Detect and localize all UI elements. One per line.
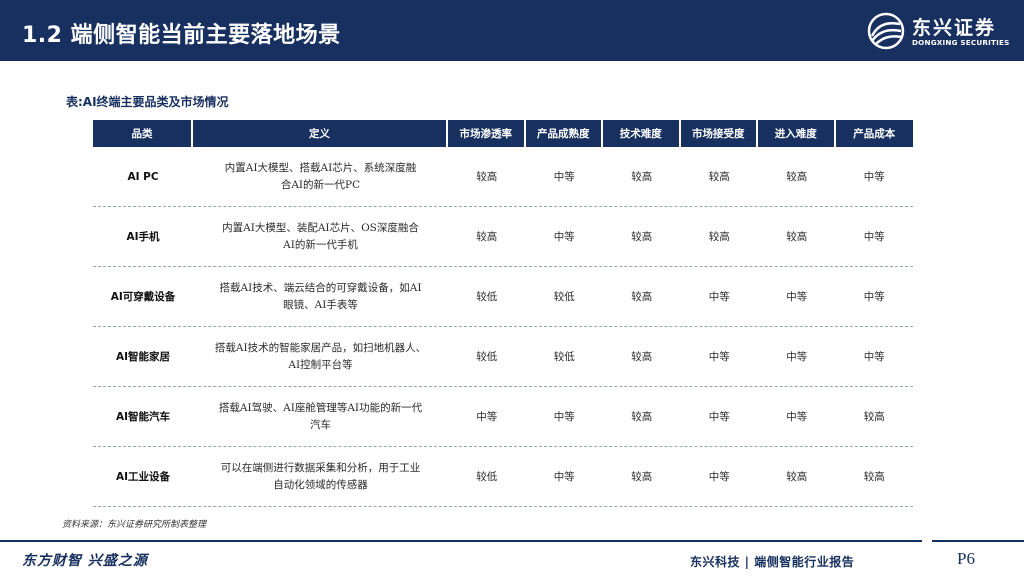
rating-cell: 较高: [631, 411, 653, 423]
header-cell: 产品成熟度: [525, 120, 603, 147]
page-number: P6: [957, 549, 975, 568]
rating-cell: 中等: [708, 411, 730, 423]
footer-divider: [0, 540, 922, 542]
rating-cell: 中等: [476, 411, 498, 423]
rating-cell: 中等: [863, 171, 885, 183]
rating-cell: 中等: [708, 291, 730, 303]
rating-cell: 中等: [553, 471, 575, 483]
rating-cell: 较高: [476, 171, 498, 183]
definition-line: AI的新一代手机: [283, 238, 358, 251]
header-cell: 进入难度: [758, 120, 836, 147]
definition-line: 搭载AI技术、端云结合的可穿戴设备，如AI: [219, 281, 422, 294]
definition-cell: 搭载AI驾驶、AI座舱管理等AI功能的新一代 汽车: [193, 387, 448, 446]
definition-line: 搭载AI技术的智能家居产品，如扫地机器人、: [214, 341, 427, 354]
page-title: 1.2 端侧智能当前主要落地场景: [22, 23, 341, 48]
definition-line: 合AI的新一代PC: [280, 178, 361, 191]
rating-cell: 较低: [476, 291, 498, 303]
table-header: 品类 定义 市场渗透率 产品成熟度 技术难度 市场接受度 进入难度 产品成本: [93, 120, 913, 147]
rating-cell: 中等: [553, 171, 575, 183]
definition-cell: 搭载AI技术的智能家居产品，如扫地机器人、 AI控制平台等: [193, 327, 448, 386]
table-row: AI工业设备 可以在端侧进行数据采集和分析，用于工业 自动化领域的传感器 较低 中等 较高…: [93, 447, 913, 507]
header-cell: 定义: [193, 120, 448, 147]
rating-cell: 中等: [863, 231, 885, 243]
definition-line: 可以在端侧进行数据采集和分析，用于工业: [220, 461, 421, 474]
rating-cell: 中等: [553, 411, 575, 423]
rating-cell: 较高: [708, 231, 730, 243]
source-note: 资料来源：东兴证券研究所制表整理: [62, 520, 207, 530]
rating-cell: 较高: [631, 351, 653, 363]
dongxing-logo-icon: [867, 12, 905, 50]
rating-cell: 中等: [786, 291, 808, 303]
table-row: AI智能家居 搭载AI技术的智能家居产品，如扫地机器人、 AI控制平台等 较低 较低 较高…: [93, 327, 913, 387]
footer-slogan: 东方财智 兴盛之源: [22, 553, 148, 569]
rating-cell: 中等: [863, 351, 885, 363]
category-cell: AI智能汽车: [115, 411, 171, 423]
header-cell: 市场渗透率: [448, 120, 526, 147]
rating-cell: 中等: [786, 351, 808, 363]
rating-cell: 中等: [708, 351, 730, 363]
table-row: AI可穿戴设备 搭载AI技术、端云结合的可穿戴设备，如AI 眼镜、AI手表等 较低 较低…: [93, 267, 913, 327]
rating-cell: 较高: [786, 171, 808, 183]
definition-cell: 内置AI大模型、装配AI芯片、OS深度融合 AI的新一代手机: [193, 207, 448, 266]
category-cell: AI PC: [127, 170, 159, 183]
rating-cell: 较高: [631, 291, 653, 303]
rating-cell: 中等: [786, 411, 808, 423]
category-cell: AI手机: [126, 231, 160, 243]
rating-cell: 中等: [708, 471, 730, 483]
rating-cell: 较高: [863, 411, 885, 423]
footer-divider: [932, 540, 1024, 542]
rating-cell: 较高: [708, 171, 730, 183]
definition-line: 内置AI大模型、搭载AI芯片、系统深度融: [224, 161, 417, 174]
rating-cell: 较高: [631, 231, 653, 243]
category-cell: AI可穿戴设备: [110, 291, 176, 303]
footer-report-name: 东兴科技 | 端侧智能行业报告: [690, 555, 855, 569]
definition-cell: 内置AI大模型、搭载AI芯片、系统深度融 合AI的新一代PC: [193, 147, 448, 206]
header-bar: 1.2 端侧智能当前主要落地场景 东兴证券 DONGXING SECURITIE…: [0, 0, 1024, 61]
rating-cell: 较高: [631, 171, 653, 183]
table-row: AI手机 内置AI大模型、装配AI芯片、OS深度融合 AI的新一代手机 较高 中等 较高 较…: [93, 207, 913, 267]
rating-cell: 较低: [476, 471, 498, 483]
market-table: 品类 定义 市场渗透率 产品成熟度 技术难度 市场接受度 进入难度 产品成本 A…: [93, 120, 913, 507]
company-logo: 东兴证券 DONGXING SECURITIES: [866, 10, 1016, 52]
category-cell: AI工业设备: [115, 471, 171, 483]
rating-cell: 较低: [553, 291, 575, 303]
definition-cell: 搭载AI技术、端云结合的可穿戴设备，如AI 眼镜、AI手表等: [193, 267, 448, 326]
header-cell: 市场接受度: [680, 120, 758, 147]
header-cell: 产品成本: [835, 120, 913, 147]
rating-cell: 较高: [863, 471, 885, 483]
rating-cell: 中等: [553, 231, 575, 243]
rating-cell: 较高: [631, 471, 653, 483]
definition-line: 汽车: [309, 418, 331, 431]
definition-line: 自动化领域的传感器: [273, 478, 368, 491]
table-row: AI PC 内置AI大模型、搭载AI芯片、系统深度融 合AI的新一代PC 较高 中等 较高…: [93, 147, 913, 207]
definition-line: 眼镜、AI手表等: [283, 298, 358, 311]
rating-cell: 较高: [786, 231, 808, 243]
definition-cell: 可以在端侧进行数据采集和分析，用于工业 自动化领域的传感器: [193, 447, 448, 506]
rating-cell: 较低: [553, 351, 575, 363]
logo-text-cn: 东兴证券: [912, 17, 997, 39]
rating-cell: 较低: [476, 351, 498, 363]
logo-text-en: DONGXING SECURITIES: [912, 38, 1010, 47]
header-cell: 技术难度: [603, 120, 681, 147]
rating-cell: 中等: [863, 291, 885, 303]
table-row: AI智能汽车 搭载AI驾驶、AI座舱管理等AI功能的新一代 汽车 中等 中等 较高 中等 中等…: [93, 387, 913, 447]
category-cell: AI智能家居: [115, 351, 171, 363]
table-body: AI PC 内置AI大模型、搭载AI芯片、系统深度融 合AI的新一代PC 较高 中等 较高…: [93, 147, 913, 507]
definition-line: AI控制平台等: [288, 358, 353, 371]
table-caption: 表:AI终端主要品类及市场情况: [66, 95, 229, 109]
definition-line: 搭载AI驾驶、AI座舱管理等AI功能的新一代: [218, 401, 423, 414]
rating-cell: 较高: [476, 231, 498, 243]
header-cell: 品类: [93, 120, 193, 147]
rating-cell: 较高: [786, 471, 808, 483]
definition-line: 内置AI大模型、装配AI芯片、OS深度融合: [222, 221, 419, 234]
